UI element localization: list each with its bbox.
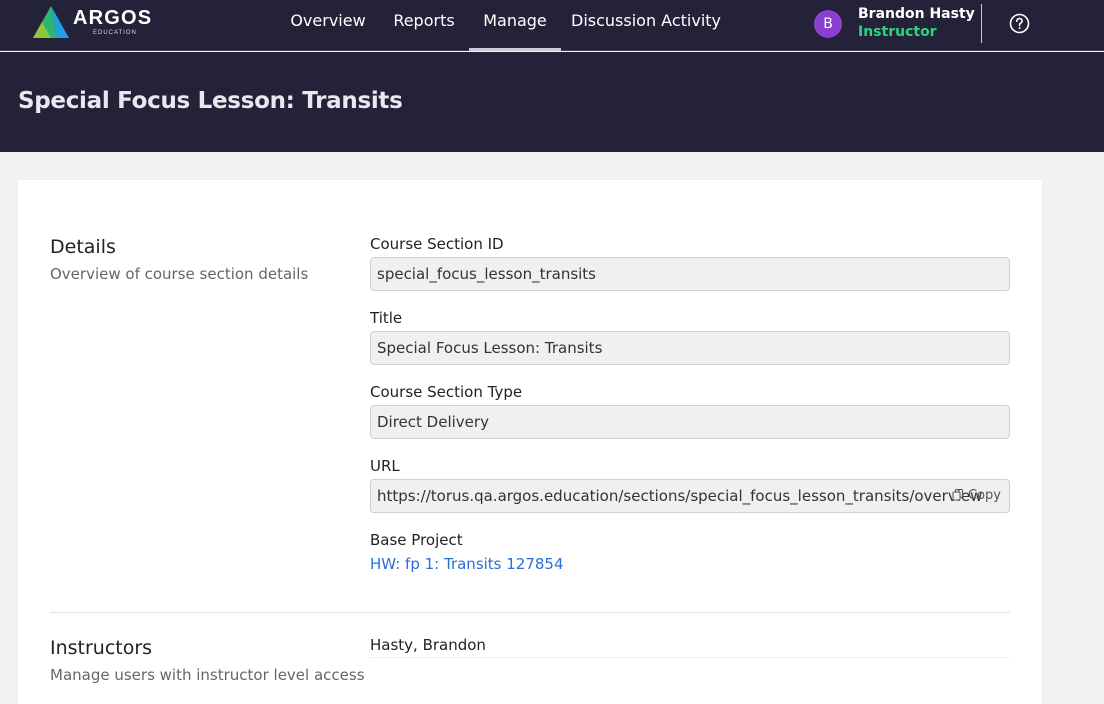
- user-name: Brandon Hasty: [858, 6, 975, 22]
- avatar[interactable]: B: [814, 10, 842, 38]
- section-id-field[interactable]: special_focus_lesson_transits: [370, 257, 1010, 291]
- instructors-heading: Instructors: [50, 637, 153, 659]
- argos-logo[interactable]: ARGOS EDUCATION: [31, 4, 161, 40]
- nav-overview[interactable]: Overview: [287, 0, 369, 51]
- instructors-description: Manage users with instructor level acces…: [50, 666, 365, 684]
- title-field[interactable]: Special Focus Lesson: Transits: [370, 331, 1010, 365]
- section-details-card: Details Overview of course section detai…: [18, 180, 1042, 704]
- list-divider: [370, 657, 1010, 658]
- nav-manage[interactable]: Manage: [469, 0, 561, 51]
- details-description: Overview of course section details: [50, 265, 309, 283]
- argos-logo-icon: [33, 6, 69, 38]
- logo-wordmark: ARGOS: [73, 7, 153, 29]
- section-type-label: Course Section Type: [370, 383, 523, 401]
- url-field[interactable]: https://torus.qa.argos.education/section…: [370, 479, 1010, 513]
- help-icon[interactable]: [1009, 13, 1030, 34]
- details-heading: Details: [50, 236, 116, 258]
- url-value: https://torus.qa.argos.education/section…: [377, 487, 983, 505]
- copy-icon: [952, 489, 963, 501]
- title-label: Title: [370, 309, 403, 327]
- copy-button[interactable]: Copy: [952, 480, 1001, 512]
- logo-subtitle: EDUCATION: [93, 30, 137, 36]
- base-project-label: Base Project: [370, 531, 463, 549]
- page-header: Special Focus Lesson: Transits: [0, 52, 1104, 152]
- nav-reports[interactable]: Reports: [389, 0, 459, 51]
- list-item: Hasty, Brandon: [370, 636, 486, 654]
- nav-discussion-activity[interactable]: Discussion Activity: [571, 0, 721, 51]
- nav-divider: [981, 4, 982, 43]
- url-label: URL: [370, 457, 400, 475]
- section-divider: [50, 612, 1010, 613]
- section-id-label: Course Section ID: [370, 235, 504, 253]
- base-project-link[interactable]: HW: fp 1: Transits 127854: [370, 555, 564, 573]
- page-title: Special Focus Lesson: Transits: [18, 88, 403, 114]
- user-role: Instructor: [858, 24, 937, 40]
- copy-label: Copy: [968, 488, 1001, 503]
- section-type-field[interactable]: Direct Delivery: [370, 405, 1010, 439]
- top-navigation: ARGOS EDUCATION Overview Reports Manage …: [0, 0, 1104, 51]
